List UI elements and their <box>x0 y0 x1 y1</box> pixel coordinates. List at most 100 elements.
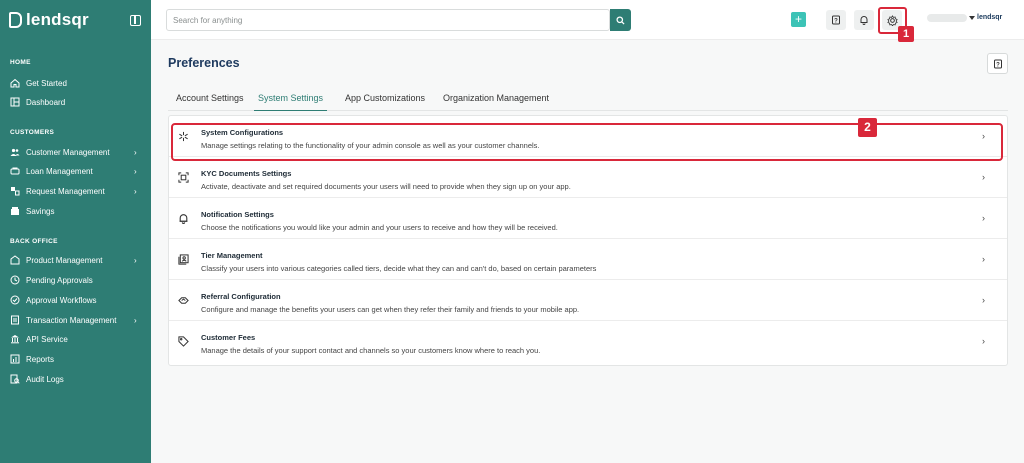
section-title-home: HOME <box>10 59 31 66</box>
svg-text:?: ? <box>834 19 838 25</box>
search-icon <box>616 15 625 25</box>
add-button[interactable]: + <box>791 12 806 27</box>
setting-row-kyc-documents[interactable]: KYC Documents Settings Activate, deactiv… <box>169 157 1007 198</box>
chevron-right-icon: › <box>982 172 985 182</box>
caret-down-icon[interactable] <box>969 16 975 20</box>
search-input[interactable] <box>166 9 610 31</box>
help-book-button[interactable]: ? <box>826 10 846 30</box>
setting-row-tier-management[interactable]: Tier Management Classify your users into… <box>169 239 1007 280</box>
tag-icon <box>177 335 189 347</box>
setting-description: Classify your users into various categor… <box>201 264 597 273</box>
reports-icon <box>10 354 20 364</box>
sidebar-item-label: Dashboard <box>26 97 66 107</box>
bell-icon <box>177 212 189 224</box>
brand-name: lendsqr <box>26 10 89 29</box>
setting-title: Tier Management <box>201 251 263 260</box>
setting-title: Notification Settings <box>201 210 274 219</box>
help-book-icon: ? <box>993 59 1002 68</box>
audit-icon <box>10 374 20 384</box>
clock-icon <box>10 275 20 285</box>
workflow-icon <box>10 295 20 305</box>
setting-title: Referral Configuration <box>201 292 281 301</box>
chevron-right-icon: › <box>982 295 985 305</box>
savings-icon <box>10 206 20 216</box>
sidebar-item-savings[interactable]: Savings <box>10 204 145 218</box>
tab-account-settings[interactable]: Account Settings <box>176 93 244 111</box>
sidebar-item-reports[interactable]: Reports <box>10 352 145 366</box>
sidebar-item-product-management[interactable]: Product Management › <box>10 253 145 267</box>
bank-icon <box>10 334 20 344</box>
lendsqr-logo-icon <box>9 12 22 28</box>
sidebar-item-label: Pending Approvals <box>26 275 93 285</box>
step-badge-1: 1 <box>898 26 914 42</box>
transaction-icon <box>10 315 20 325</box>
product-icon <box>10 255 20 265</box>
dashboard-icon <box>10 97 20 107</box>
setting-description: Manage the details of your support conta… <box>201 346 541 355</box>
tab-organization-management[interactable]: Organization Management <box>443 93 549 111</box>
sidebar-collapse-icon[interactable] <box>130 15 141 26</box>
section-title-back-office: BACK OFFICE <box>10 238 58 245</box>
tier-icon <box>177 253 189 265</box>
scan-icon <box>177 171 189 183</box>
search-button[interactable] <box>610 9 631 31</box>
sidebar: lendsqr HOME Get Started Dashboard CUSTO… <box>0 0 151 463</box>
referral-icon <box>177 294 189 306</box>
setting-row-referral-configuration[interactable]: Referral Configuration Configure and man… <box>169 280 1007 321</box>
chevron-down-icon: › <box>134 186 137 196</box>
chevron-down-icon: › <box>134 255 137 265</box>
setting-title: KYC Documents Settings <box>201 169 292 178</box>
sidebar-item-label: Transaction Management <box>26 315 117 325</box>
home-icon <box>10 78 20 88</box>
user-name[interactable] <box>927 14 967 22</box>
sidebar-item-dashboard[interactable]: Dashboard <box>10 95 145 109</box>
sidebar-item-label: Approval Workflows <box>26 295 97 305</box>
step-badge-2: 2 <box>858 118 877 137</box>
notifications-button[interactable] <box>854 10 874 30</box>
page-title: Preferences <box>168 56 240 70</box>
section-title-customers: CUSTOMERS <box>10 129 55 136</box>
sidebar-item-label: Request Management <box>26 186 105 196</box>
sidebar-item-transaction-management[interactable]: Transaction Management › <box>10 313 145 327</box>
brand-logo[interactable]: lendsqr <box>9 10 89 30</box>
topbar: + ? 1 lendsqr <box>151 0 1024 42</box>
system-configurations-highlight <box>171 123 1003 161</box>
users-icon <box>10 147 20 157</box>
svg-text:?: ? <box>996 62 1000 68</box>
sidebar-item-label: Savings <box>26 206 55 216</box>
chevron-down-icon: › <box>134 315 137 325</box>
loan-icon <box>10 166 20 176</box>
help-book-icon: ? <box>832 15 840 25</box>
setting-description: Activate, deactivate and set required do… <box>201 182 571 191</box>
sidebar-item-label: Reports <box>26 354 55 364</box>
setting-description: Choose the notifications you would like … <box>201 223 558 232</box>
setting-row-notification-settings[interactable]: Notification Settings Choose the notific… <box>169 198 1007 239</box>
setting-row-customer-fees[interactable]: Customer Fees Manage the details of your… <box>169 321 1007 362</box>
setting-description: Configure and manage the benefits your u… <box>201 305 580 314</box>
chevron-right-icon: › <box>982 254 985 264</box>
chevron-right-icon: › <box>982 336 985 346</box>
setting-title: Customer Fees <box>201 333 256 342</box>
chevron-down-icon: › <box>134 147 137 157</box>
chevron-down-icon: › <box>134 166 137 176</box>
sidebar-item-request-management[interactable]: Request Management › <box>10 184 145 198</box>
org-brand: lendsqr <box>977 14 1003 21</box>
tab-app-customizations[interactable]: App Customizations <box>345 93 425 111</box>
page-help-button[interactable]: ? <box>987 53 1008 74</box>
sidebar-item-approval-workflows[interactable]: Approval Workflows <box>10 293 145 307</box>
tabs: Account Settings System Settings App Cus… <box>168 88 1008 111</box>
sidebar-item-label: API Service <box>26 334 68 344</box>
bell-icon <box>860 16 868 25</box>
sidebar-item-pending-approvals[interactable]: Pending Approvals <box>10 273 145 287</box>
sidebar-item-label: Audit Logs <box>26 374 64 384</box>
request-icon <box>10 186 20 196</box>
sidebar-item-audit-logs[interactable]: Audit Logs <box>10 372 145 386</box>
sidebar-item-api-service[interactable]: API Service <box>10 332 145 346</box>
chevron-right-icon: › <box>982 213 985 223</box>
sidebar-item-customer-management[interactable]: Customer Management › <box>10 145 145 159</box>
sidebar-item-loan-management[interactable]: Loan Management › <box>10 164 145 178</box>
sidebar-item-label: Loan Management <box>26 166 93 176</box>
tab-system-settings[interactable]: System Settings <box>254 93 328 111</box>
sidebar-item-label: Customer Management <box>26 147 110 157</box>
sidebar-item-get-started[interactable]: Get Started <box>10 76 145 90</box>
